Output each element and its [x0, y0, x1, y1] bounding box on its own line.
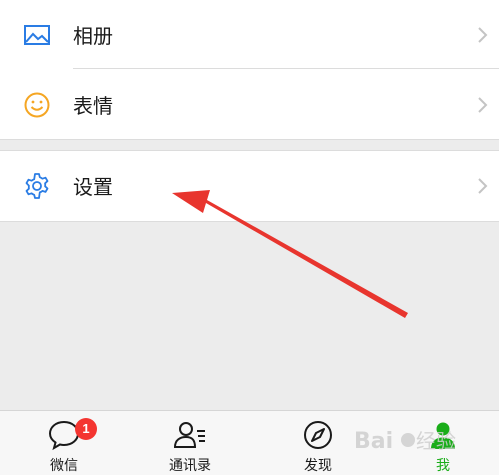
chevron-right-icon: [478, 177, 488, 194]
menu-group-media: 相册 表情: [0, 0, 499, 140]
menu-item-album-label: 相册: [73, 24, 113, 48]
tab-discover[interactable]: 发现: [268, 411, 368, 475]
menu-item-album[interactable]: 相册: [0, 0, 499, 69]
person-icon: [431, 422, 455, 449]
tab-contacts-label: 通讯录: [169, 458, 211, 474]
chevron-right-icon: [478, 96, 488, 113]
tab-discover-label: 发现: [304, 458, 332, 474]
menu-group-settings: 设置: [0, 150, 499, 222]
compass-icon: [304, 421, 332, 449]
contacts-icon: [173, 422, 205, 448]
tab-me[interactable]: 我: [393, 411, 493, 475]
menu-item-emoji-label: 表情: [73, 94, 113, 118]
emoji-smile-icon: [24, 92, 50, 117]
tab-bar: 微信 通讯录 发现 我: [0, 410, 499, 475]
unread-badge: 1: [75, 418, 97, 440]
tab-chats[interactable]: 微信: [14, 411, 114, 475]
divider: [73, 68, 499, 69]
chevron-right-icon: [478, 26, 488, 43]
menu-item-settings[interactable]: 设置: [0, 151, 499, 220]
tab-chats-label: 微信: [50, 458, 78, 474]
album-icon: [24, 24, 50, 45]
gear-icon: [25, 172, 49, 199]
tab-me-label: 我: [436, 458, 450, 474]
menu-item-emoji[interactable]: 表情: [0, 70, 499, 139]
menu-item-settings-label: 设置: [73, 175, 113, 199]
tab-contacts[interactable]: 通讯录: [140, 411, 240, 475]
